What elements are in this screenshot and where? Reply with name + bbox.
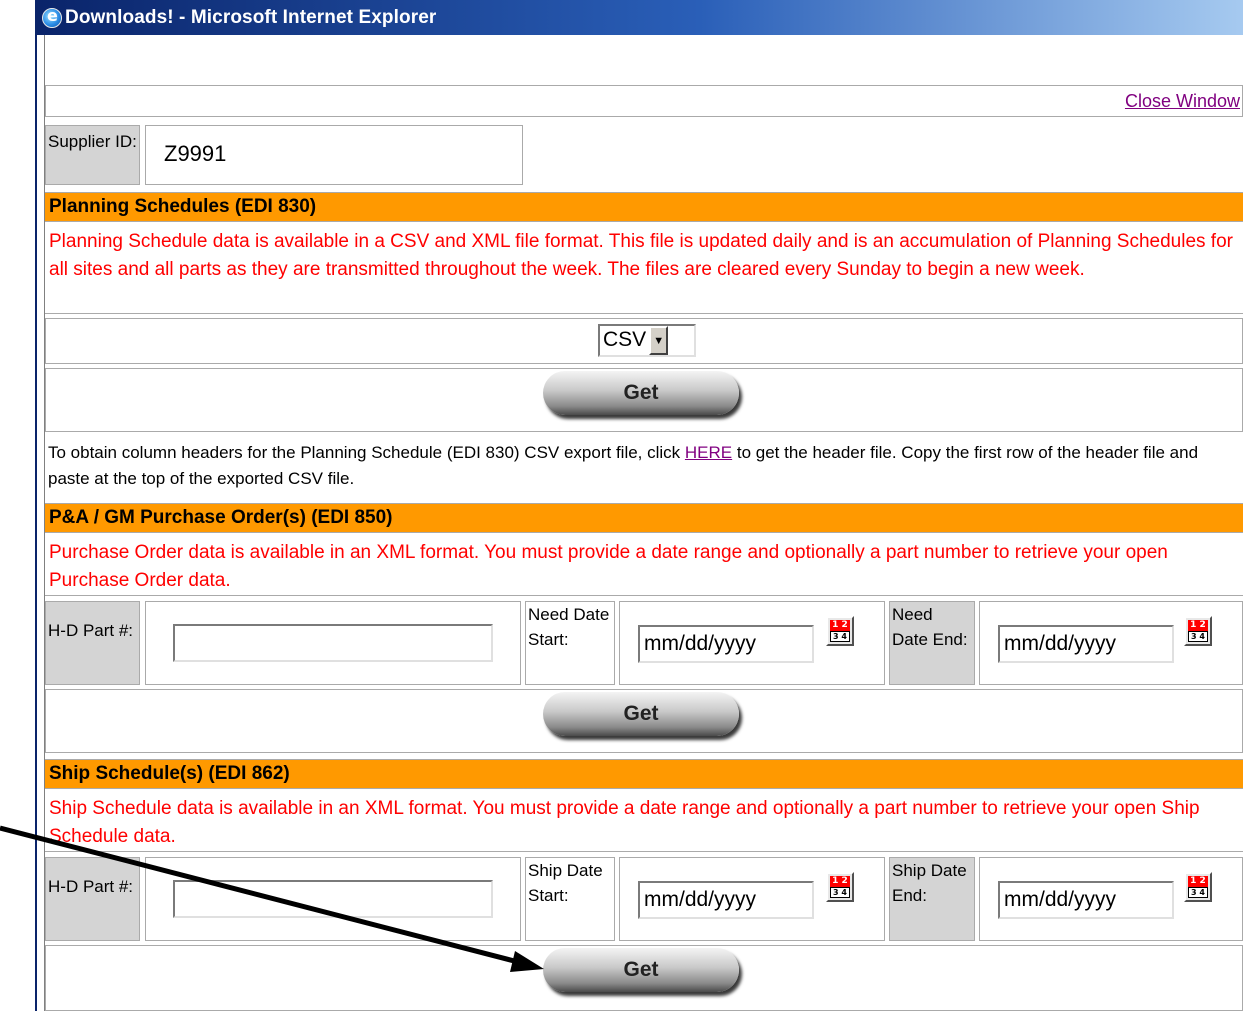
ship-end-label: Ship Date End: (889, 857, 975, 941)
purchase-end-label: Need Date End: (889, 601, 975, 685)
purchase-end-date-input[interactable] (998, 625, 1174, 663)
calendar-bottom-text: 3 4 (830, 631, 850, 642)
calendar-icon[interactable]: 1 2 3 4 (1184, 872, 1212, 902)
calendar-top-text: 1 2 (830, 876, 850, 887)
purchase-start-date-input[interactable] (638, 625, 814, 663)
ship-get-row: Get (45, 945, 1243, 1011)
format-row: CSV ▼ (45, 318, 1243, 364)
browser-window: Downloads! - Microsoft Internet Explorer… (35, 0, 1243, 1011)
supplier-id-label: Supplier ID: (45, 125, 140, 185)
planning-header-note: To obtain column headers for the Plannin… (45, 440, 1243, 492)
purchase-section-header: P&A / GM Purchase Order(s) (EDI 850) (45, 503, 1243, 533)
purchase-part-input[interactable] (173, 624, 493, 662)
title-bar: Downloads! - Microsoft Internet Explorer (37, 0, 1243, 35)
planning-get-row: Get (45, 368, 1243, 432)
ship-part-cell (145, 857, 521, 941)
close-window-link[interactable]: Close Window (1125, 91, 1240, 112)
calendar-bottom-text: 3 4 (1188, 887, 1208, 898)
ship-start-cell: 1 2 3 4 (619, 857, 885, 941)
ship-start-label: Ship Date Start: (525, 857, 615, 941)
header-file-link[interactable]: HERE (685, 443, 732, 462)
planning-section-header: Planning Schedules (EDI 830) (45, 192, 1243, 222)
calendar-top-text: 1 2 (1188, 620, 1208, 631)
ship-part-input[interactable] (173, 880, 493, 918)
file-format-value: CSV (603, 328, 647, 351)
ship-end-cell: 1 2 3 4 (979, 857, 1243, 941)
ship-section-header: Ship Schedule(s) (EDI 862) (45, 759, 1243, 789)
planning-get-button[interactable]: Get (543, 371, 739, 415)
calendar-bottom-text: 3 4 (830, 887, 850, 898)
calendar-top-text: 1 2 (830, 620, 850, 631)
ship-end-date-input[interactable] (998, 881, 1174, 919)
page-content: Close Window Supplier ID: Z9991 Planning… (44, 35, 1243, 1011)
calendar-icon[interactable]: 1 2 3 4 (826, 872, 854, 902)
purchase-end-cell: 1 2 3 4 (979, 601, 1243, 685)
ship-description: Ship Schedule data is available in an XM… (45, 793, 1243, 852)
calendar-top-text: 1 2 (1188, 876, 1208, 887)
calendar-bottom-text: 3 4 (1188, 631, 1208, 642)
ship-get-button[interactable]: Get (543, 948, 739, 992)
purchase-start-cell: 1 2 3 4 (619, 601, 885, 685)
purchase-description: Purchase Order data is available in an X… (45, 537, 1243, 596)
purchase-get-button[interactable]: Get (543, 692, 739, 736)
internet-explorer-icon (42, 6, 62, 28)
purchase-start-label: Need Date Start: (525, 601, 615, 685)
file-format-select[interactable]: CSV ▼ (598, 324, 696, 357)
purchase-part-cell (145, 601, 521, 685)
dropdown-arrow-icon[interactable]: ▼ (649, 326, 669, 355)
supplier-id-value: Z9991 (145, 125, 523, 185)
calendar-icon[interactable]: 1 2 3 4 (826, 616, 854, 646)
window-title: Downloads! - Microsoft Internet Explorer (65, 6, 437, 28)
purchase-get-row: Get (45, 689, 1243, 753)
close-window-row: Close Window (45, 85, 1243, 117)
planning-description: Planning Schedule data is available in a… (45, 226, 1243, 314)
ship-start-date-input[interactable] (638, 881, 814, 919)
calendar-icon[interactable]: 1 2 3 4 (1184, 616, 1212, 646)
note-text-before: To obtain column headers for the Plannin… (48, 443, 685, 462)
purchase-part-label: H-D Part #: (45, 601, 140, 685)
ship-part-label: H-D Part #: (45, 857, 140, 941)
